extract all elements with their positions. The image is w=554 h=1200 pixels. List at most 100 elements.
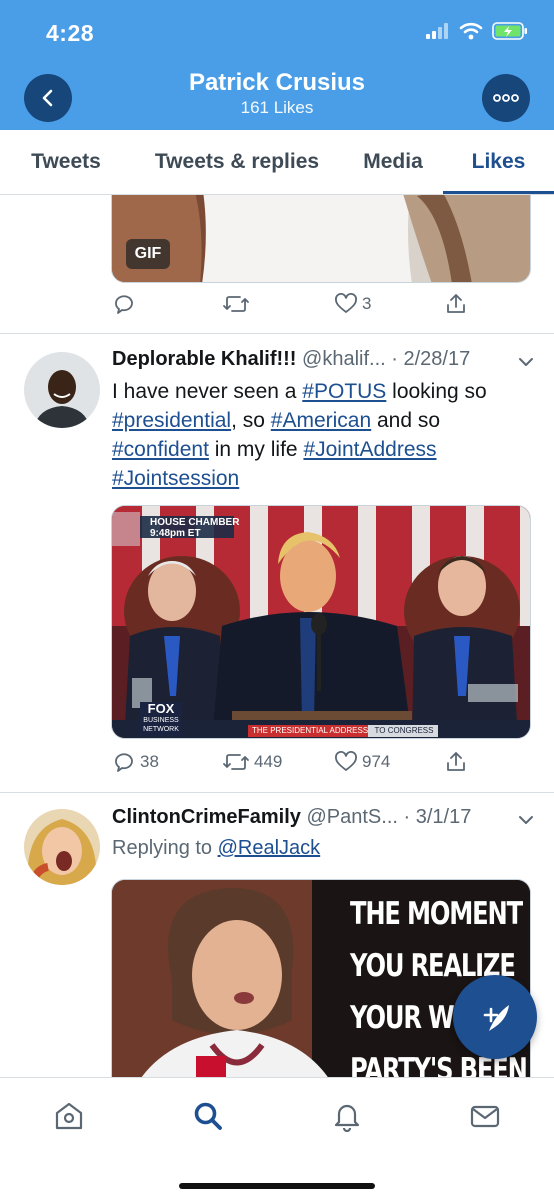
like-button[interactable]: 3 xyxy=(334,292,371,316)
tab-media[interactable]: Media xyxy=(350,130,436,194)
reply-icon xyxy=(115,753,133,772)
likes-feed[interactable]: GIF 3 Deplorable Khalif!!! @khalif... · … xyxy=(0,195,554,1077)
battery-icon xyxy=(492,22,527,40)
avatar[interactable] xyxy=(24,809,100,885)
broadcast-time: 9:48pm ET xyxy=(150,528,201,539)
tweet-text: I have never seen a #POTUS looking so #p… xyxy=(112,377,532,493)
chevron-down-icon[interactable] xyxy=(516,352,536,372)
heart-icon xyxy=(335,293,357,313)
heart-icon xyxy=(335,751,357,771)
retweet-icon xyxy=(223,754,249,770)
retweet-icon xyxy=(223,296,249,312)
reply-button[interactable]: 38 xyxy=(112,750,159,774)
retweet-button[interactable]: 449 xyxy=(222,750,282,774)
header-title-group: Patrick Crusius 161 Likes xyxy=(100,68,454,118)
more-icon xyxy=(493,94,519,102)
compose-tweet-button[interactable] xyxy=(453,975,537,1059)
tweet-header: Deplorable Khalif!!! @khalif... · 2/28/1… xyxy=(112,348,536,378)
broadcast-location: HOUSE CHAMBER xyxy=(150,517,240,528)
search-icon xyxy=(194,1102,222,1130)
like-count: 3 xyxy=(362,294,372,313)
active-tab-indicator xyxy=(443,191,554,194)
share-button[interactable] xyxy=(444,750,468,774)
meme-caption-line: THE MOMENT xyxy=(350,896,523,932)
display-name[interactable]: Deplorable Khalif!!! xyxy=(112,348,296,370)
network-logo-mid: BUSINESS xyxy=(143,717,179,724)
tweet-text-segment: in my life xyxy=(208,438,304,461)
tweet-divider xyxy=(0,333,554,334)
hashtag-link[interactable]: #JointAddress xyxy=(303,438,436,461)
tweet-actions: 3 xyxy=(112,292,532,322)
page-title: Patrick Crusius xyxy=(188,69,366,96)
network-logo-top: FOX xyxy=(147,701,175,716)
signal-icon xyxy=(426,23,448,39)
bell-icon xyxy=(334,1104,360,1132)
profile-tabs: Tweets Tweets & replies Media Likes xyxy=(0,130,554,195)
retweet-count: 449 xyxy=(254,752,283,771)
bottom-tab-bar xyxy=(0,1077,554,1200)
avatar-image xyxy=(24,352,100,428)
tab-tweets[interactable]: Tweets xyxy=(12,130,120,194)
gif-image xyxy=(112,195,530,282)
broadcast-label: HOUSE CHAMBER 9:48pm ET xyxy=(150,517,239,539)
wifi-icon xyxy=(459,22,483,40)
share-icon xyxy=(447,752,465,771)
user-handle[interactable]: @khalif... xyxy=(302,348,386,370)
hashtag-link[interactable]: #American xyxy=(271,409,371,432)
hashtag-link[interactable]: #presidential xyxy=(112,409,231,432)
hashtag-link[interactable]: #confident xyxy=(112,438,209,461)
header-nav: Patrick Crusius 161 Likes xyxy=(0,64,554,130)
status-bar: 4:28 xyxy=(0,0,554,64)
display-name[interactable]: ClintonCrimeFamily xyxy=(112,806,301,828)
replying-to-link[interactable]: @RealJack xyxy=(218,837,321,859)
chevron-left-icon xyxy=(42,89,53,107)
like-button[interactable]: 974 xyxy=(334,750,390,774)
tweet-date[interactable]: · 3/1/17 xyxy=(404,806,472,828)
share-icon xyxy=(447,294,465,313)
tweet-text-segment: and so xyxy=(371,409,441,432)
avatar-image xyxy=(24,809,100,885)
reply-icon xyxy=(115,295,133,314)
likes-count: 161 Likes xyxy=(240,98,314,117)
gif-badge: GIF xyxy=(126,239,170,269)
video-media[interactable]: HOUSE CHAMBER 9:48pm ET FOX BUSINESS NET… xyxy=(111,505,531,739)
avatar[interactable] xyxy=(24,352,100,428)
tweet-header: ClintonCrimeFamily @PantS... · 3/1/17 xyxy=(112,806,536,836)
status-time: 4:28 xyxy=(46,20,95,46)
notifications-tab[interactable] xyxy=(329,1098,365,1134)
share-button[interactable] xyxy=(444,292,468,316)
user-handle[interactable]: @PantS... xyxy=(306,806,397,828)
like-count: 974 xyxy=(362,752,391,771)
replying-to-label: Replying to xyxy=(112,837,218,859)
network-logo: FOX BUSINESS NETWORK xyxy=(140,702,182,734)
back-button[interactable] xyxy=(24,74,72,122)
status-icons xyxy=(426,22,528,40)
hashtag-link[interactable]: #POTUS xyxy=(302,380,386,403)
chevron-down-icon[interactable] xyxy=(516,810,536,830)
meme-caption-line: PARTY'S BEEN xyxy=(350,1052,528,1077)
compose-feather-icon xyxy=(483,1005,509,1031)
tweet-date[interactable]: · 2/28/17 xyxy=(391,348,470,370)
reply-count: 38 xyxy=(140,752,159,771)
profile-header: 4:28 Patrick Crusius 161 Likes xyxy=(0,0,554,130)
home-tab[interactable] xyxy=(51,1098,87,1134)
gif-media[interactable]: GIF xyxy=(111,195,531,283)
mail-icon xyxy=(470,1105,500,1128)
tweet-text-segment: I have never seen a xyxy=(112,380,303,403)
reply-button[interactable] xyxy=(112,292,136,316)
home-indicator xyxy=(179,1183,375,1189)
home-icon xyxy=(55,1102,83,1130)
search-tab[interactable] xyxy=(190,1098,226,1134)
more-options-button[interactable] xyxy=(482,74,530,122)
tab-likes[interactable]: Likes xyxy=(443,130,554,194)
replying-to: Replying to @RealJack xyxy=(112,834,532,863)
hashtag-link[interactable]: #Jointsession xyxy=(112,467,239,490)
messages-tab[interactable] xyxy=(467,1098,503,1134)
tweet-text-segment: , so xyxy=(231,409,271,432)
tweet-divider xyxy=(0,792,554,793)
network-logo-bottom: NETWORK xyxy=(143,726,179,733)
retweet-button[interactable] xyxy=(222,292,250,316)
ticker-headline: THE PRESIDENTIAL ADDRESS xyxy=(252,726,369,735)
tab-tweets-and-replies[interactable]: Tweets & replies xyxy=(140,130,334,194)
tweet-actions: 38 449 974 xyxy=(112,750,532,780)
